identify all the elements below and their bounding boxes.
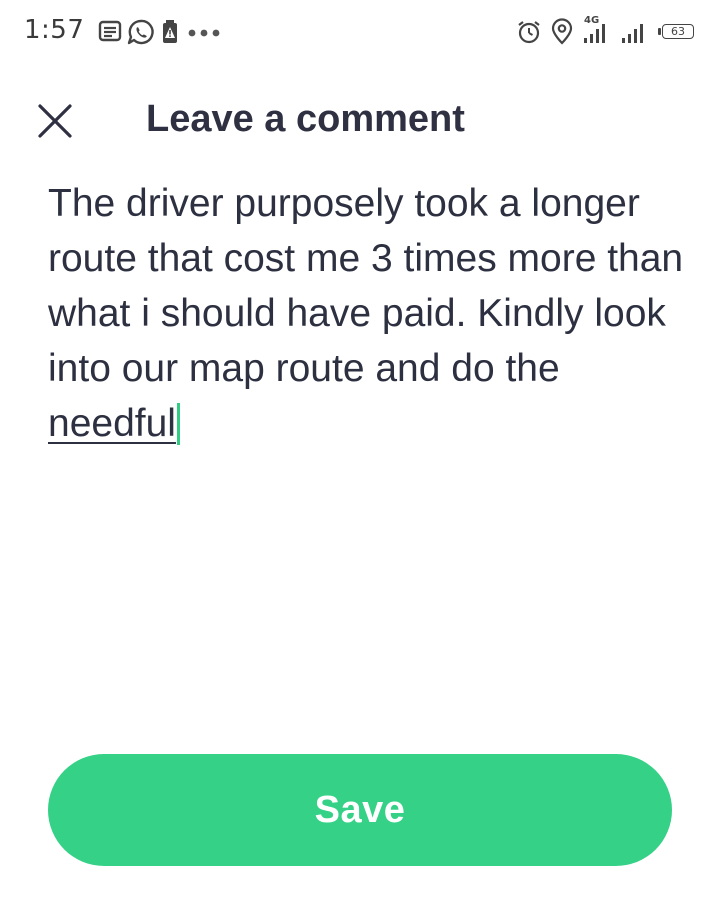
page-title: Leave a comment — [146, 98, 465, 140]
comment-current-word: needful — [48, 402, 176, 445]
header: Leave a comment — [0, 88, 720, 154]
whatsapp-icon — [127, 19, 154, 45]
signal-icon — [622, 24, 643, 43]
message-icon — [98, 20, 122, 42]
status-left-icons — [98, 18, 228, 46]
text-caret — [176, 403, 180, 445]
alarm-icon — [518, 21, 540, 44]
status-time: 1:57 — [24, 15, 85, 45]
battery-alert-icon — [163, 20, 177, 43]
comment-text: The driver purposely took a longer route… — [48, 182, 684, 390]
status-bar: 1:57 4G 63 — [0, 0, 720, 64]
close-button[interactable] — [30, 98, 80, 144]
save-button[interactable]: Save — [48, 754, 672, 866]
battery-icon: 63 — [658, 22, 698, 42]
battery-level: 63 — [671, 25, 685, 38]
comment-textarea[interactable]: The driver purposely took a longer route… — [48, 176, 688, 696]
status-right-icons: 4G 63 — [516, 15, 698, 46]
signal-4g-icon: 4G — [582, 15, 612, 45]
close-icon — [38, 104, 72, 138]
location-icon — [551, 18, 573, 45]
more-dots-icon — [188, 29, 220, 37]
save-button-label: Save — [314, 788, 406, 831]
